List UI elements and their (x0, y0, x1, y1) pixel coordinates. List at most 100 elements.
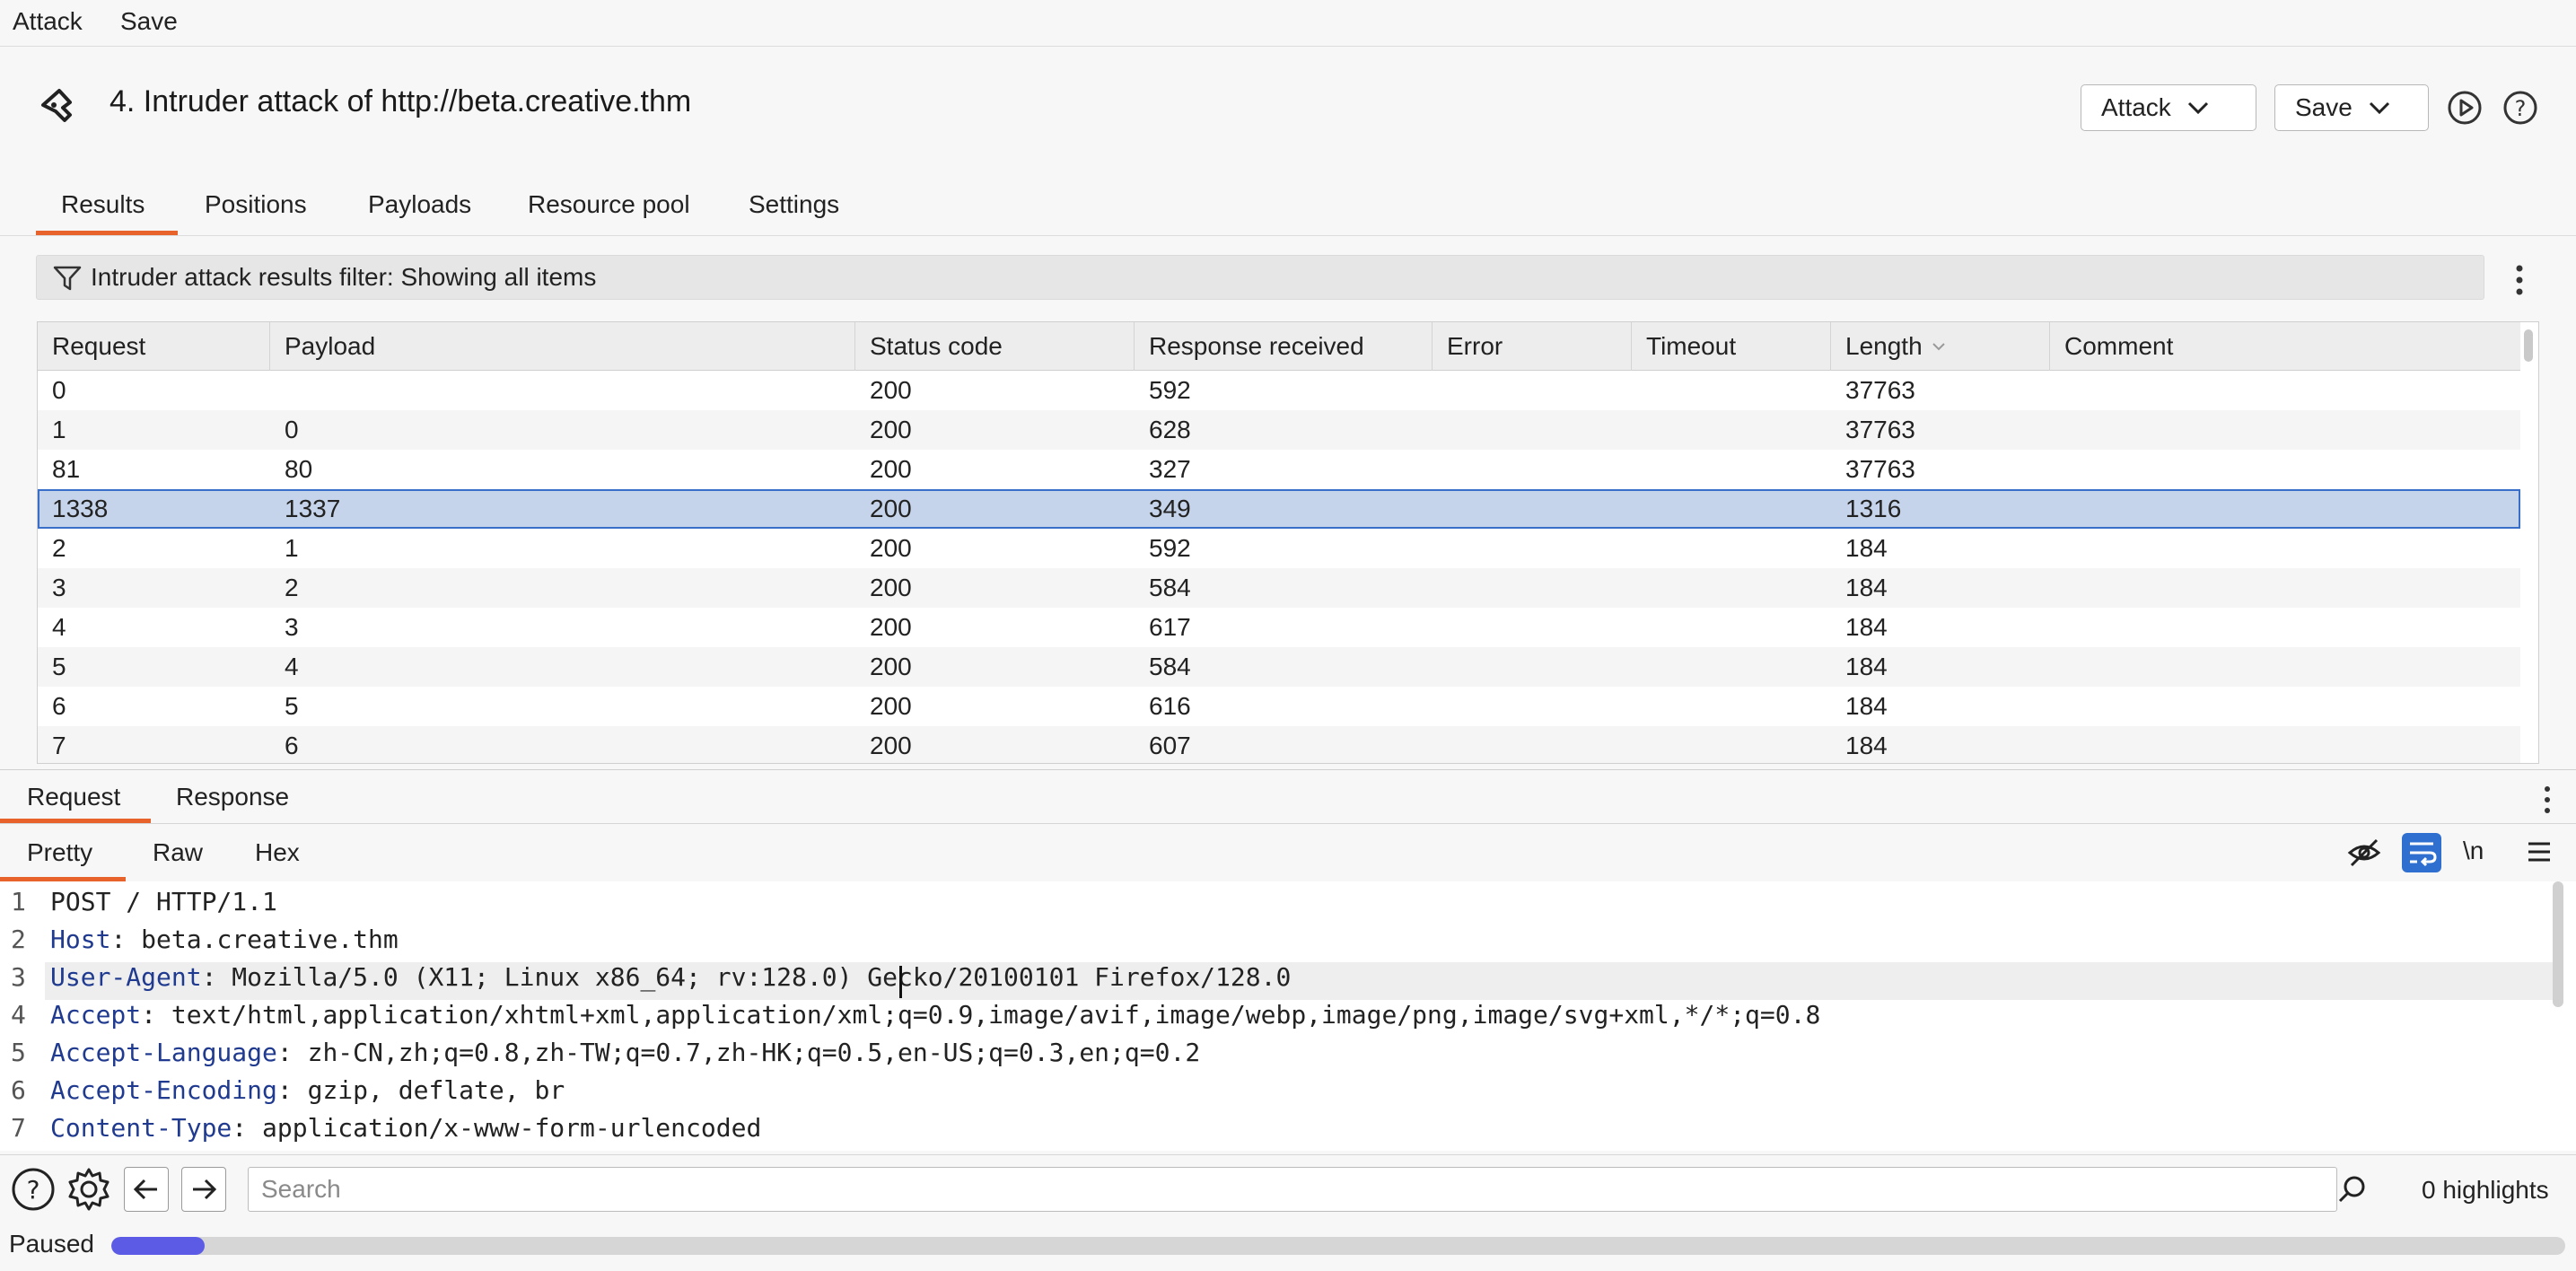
tab-pretty[interactable]: Pretty (27, 838, 92, 867)
menu-save[interactable]: Save (120, 7, 178, 36)
detail-tabs: Request Response (0, 769, 2576, 825)
search-icon[interactable] (2337, 1174, 2368, 1205)
table-scrollbar[interactable] (2524, 329, 2533, 362)
cell-comment (2050, 568, 2064, 608)
tab-payloads[interactable]: Payloads (368, 190, 471, 219)
request-line: Accept: text/html,application/xhtml+xml,… (50, 1000, 1821, 1030)
line-number: 2 (11, 925, 26, 954)
gear-icon[interactable] (66, 1167, 111, 1212)
tab-response[interactable]: Response (176, 783, 289, 811)
filter-icon (53, 266, 82, 291)
table-row[interactable]: 7 6 200 607 184 (38, 726, 2520, 763)
cell-timeout (1632, 608, 1646, 647)
cell-length: 37763 (1845, 376, 1915, 404)
tab-request[interactable]: Request (27, 783, 120, 811)
save-dropdown-button[interactable]: Save (2274, 84, 2429, 131)
back-button[interactable] (124, 1167, 169, 1212)
column-error[interactable]: Error (1433, 322, 1632, 371)
cell-request: 2 (52, 534, 66, 562)
table-row[interactable]: 1338 1337 200 349 1316 (38, 489, 2520, 529)
tab-positions[interactable]: Positions (205, 190, 307, 219)
table-row[interactable]: 3 2 200 584 184 (38, 568, 2520, 608)
cell-comment (2050, 410, 2064, 450)
tab-resource-pool[interactable]: Resource pool (528, 190, 690, 219)
word-wrap-toggle-icon[interactable] (2402, 833, 2441, 872)
column-status-code[interactable]: Status code (855, 322, 1135, 371)
cell-status-code: 200 (870, 376, 912, 404)
table-row[interactable]: 6 5 200 616 184 (38, 687, 2520, 726)
line-number: 1 (11, 887, 26, 916)
cell-response-received: 592 (1149, 534, 1191, 562)
menu-icon[interactable] (2526, 838, 2553, 865)
request-editor[interactable]: 1 POST / HTTP/1.1 2 Host: beta.creative.thm… (0, 881, 2576, 1151)
cell-request: 81 (52, 455, 81, 483)
cell-response-received: 617 (1149, 613, 1191, 641)
request-line: Content-Type: application/x-www-form-url… (50, 1113, 762, 1143)
tab-settings[interactable]: Settings (749, 190, 839, 219)
cell-response-received: 327 (1149, 455, 1191, 483)
forward-button[interactable] (181, 1167, 226, 1212)
newline-toggle[interactable]: \n (2463, 837, 2484, 865)
column-response-received[interactable]: Response received (1135, 322, 1433, 371)
column-comment[interactable]: Comment (2050, 322, 2520, 371)
header-value: beta.creative.thm (141, 925, 399, 954)
menu-attack[interactable]: Attack (13, 7, 83, 36)
help-icon[interactable]: ? (11, 1167, 56, 1212)
cell-response-received: 628 (1149, 416, 1191, 443)
menu-bar: Attack Save (0, 0, 2576, 47)
table-row[interactable]: 5 4 200 584 184 (38, 647, 2520, 687)
results-filter-bar[interactable]: Intruder attack results filter: Showing … (36, 255, 2484, 300)
cell-error (1433, 410, 1447, 450)
tab-hex[interactable]: Hex (255, 838, 300, 867)
tab-raw[interactable]: Raw (153, 838, 203, 867)
active-tab-indicator (36, 231, 178, 235)
cell-length: 184 (1845, 613, 1888, 641)
editor-scrollbar[interactable] (2553, 881, 2563, 1007)
cell-request: 3 (52, 574, 66, 601)
cell-timeout (1632, 647, 1646, 687)
header-value: application/x-www-form-urlencoded (262, 1113, 762, 1143)
svg-text:?: ? (27, 1175, 40, 1205)
save-button-label: Save (2295, 93, 2353, 121)
filter-text: Intruder attack results filter: Showing … (91, 263, 597, 291)
cell-error (1433, 647, 1447, 687)
hide-nonprintable-icon[interactable] (2346, 835, 2382, 871)
cell-error (1433, 687, 1447, 726)
table-row[interactable]: 1 0 200 628 37763 (38, 410, 2520, 450)
table-row[interactable]: 81 80 200 327 37763 (38, 450, 2520, 489)
cell-timeout (1632, 726, 1646, 763)
sort-descending-icon (1932, 343, 1945, 351)
column-request[interactable]: Request (38, 322, 270, 371)
tab-results[interactable]: Results (61, 190, 145, 219)
attack-dropdown-button[interactable]: Attack (2081, 84, 2256, 131)
more-options-icon[interactable] (2540, 785, 2554, 815)
progress-fill (111, 1237, 205, 1255)
cell-request: 1 (52, 416, 66, 443)
table-row[interactable]: 4 3 200 617 184 (38, 608, 2520, 647)
header-name: Accept (50, 1000, 142, 1030)
cell-status-code: 200 (870, 732, 912, 759)
cell-error (1433, 608, 1447, 647)
request-line: Accept-Language: zh-CN,zh;q=0.8,zh-TW;q=… (50, 1038, 1201, 1067)
cell-error (1433, 568, 1447, 608)
cell-comment (2050, 647, 2064, 687)
more-options-icon[interactable] (2510, 262, 2529, 298)
column-payload[interactable]: Payload (270, 322, 855, 371)
cell-timeout (1632, 687, 1646, 726)
header-name: User-Agent (50, 962, 202, 992)
cell-length: 184 (1845, 534, 1888, 562)
column-timeout[interactable]: Timeout (1632, 322, 1831, 371)
play-icon[interactable] (2447, 90, 2483, 126)
cell-length: 1316 (1845, 495, 1902, 522)
table-row[interactable]: 2 1 200 592 184 (38, 529, 2520, 568)
cell-comment (2050, 608, 2064, 647)
line-number: 7 (11, 1113, 26, 1143)
header-name: Host (50, 925, 111, 954)
search-input[interactable]: Search (248, 1167, 2337, 1212)
line-number: 6 (11, 1075, 26, 1105)
line-number: 3 (11, 962, 26, 992)
help-icon[interactable]: ? (2502, 90, 2538, 126)
cell-payload: 0 (285, 416, 299, 443)
table-row[interactable]: 0 200 592 37763 (38, 371, 2520, 410)
column-length[interactable]: Length (1831, 322, 2050, 371)
